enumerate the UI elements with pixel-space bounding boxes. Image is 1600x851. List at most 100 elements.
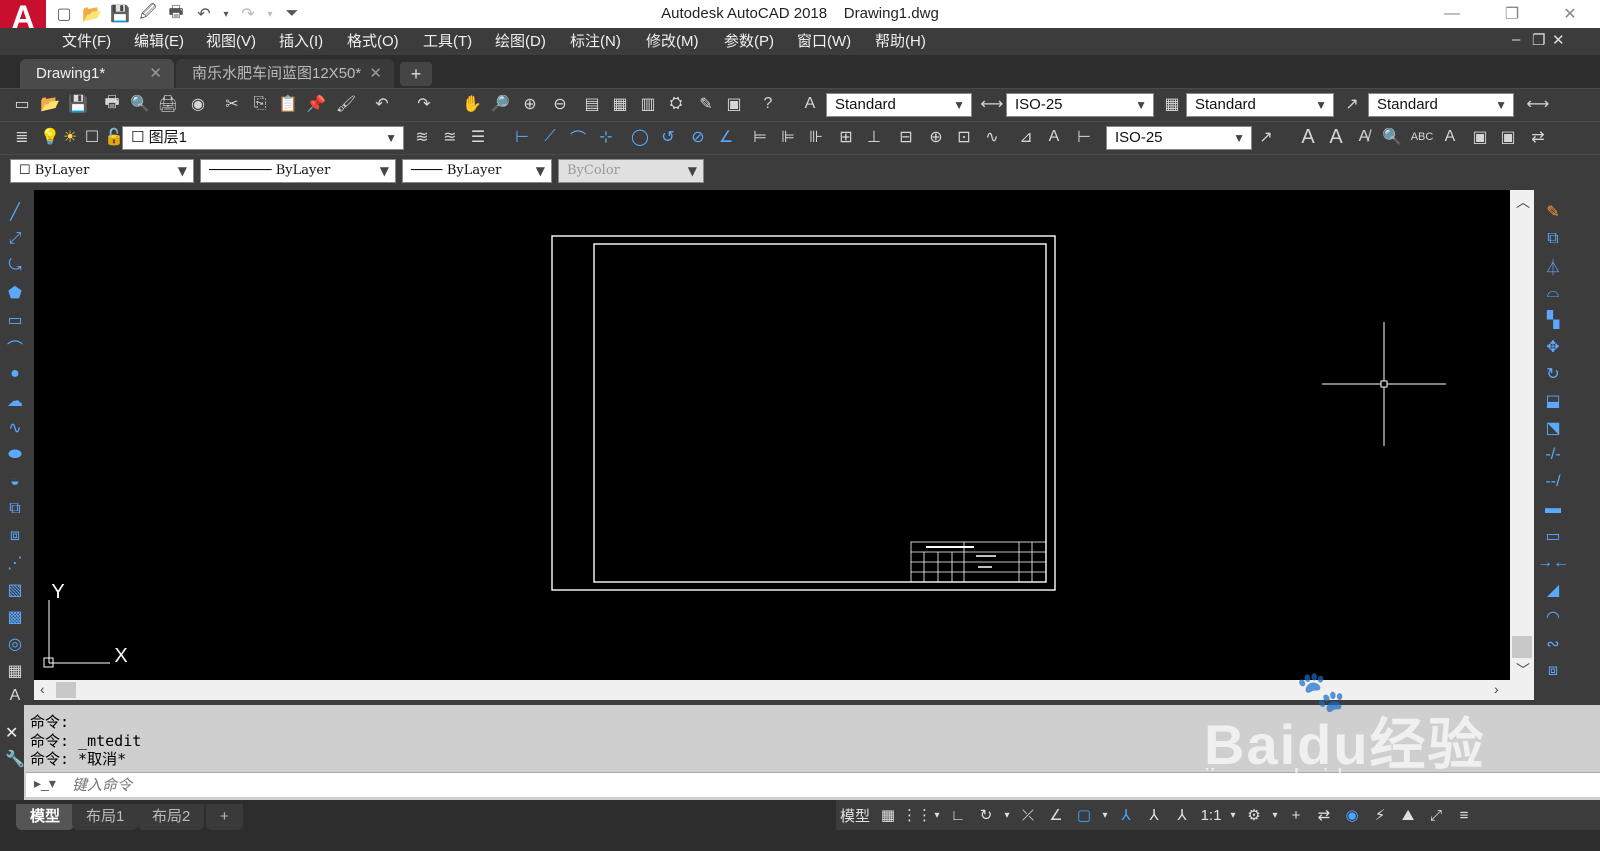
move-icon[interactable]: ✥ [1541, 335, 1565, 359]
layer-previous-icon[interactable]: ≊ [438, 125, 462, 149]
object-snap-icon[interactable]: ▢ [1070, 806, 1098, 824]
menu-tools[interactable]: 工具(T) [423, 28, 472, 55]
break-icon[interactable]: ▭ [1541, 524, 1565, 548]
revision-cloud-icon[interactable]: ☁ [3, 389, 27, 413]
rectangle-icon[interactable]: ▭ [3, 308, 27, 332]
dim-space-icon[interactable]: ⊞ [834, 125, 858, 149]
scroll-thumb[interactable] [1512, 636, 1532, 658]
menu-format[interactable]: 格式(O) [347, 28, 399, 55]
minimize-icon[interactable]: — [1422, 0, 1482, 28]
point-icon[interactable]: ⋰ [3, 551, 27, 575]
new-icon[interactable]: ▭ [10, 92, 34, 116]
color-dropdown[interactable]: ☐ ByLayer ▼ [10, 159, 194, 183]
spline-icon[interactable]: ∿ [3, 416, 27, 440]
vertical-scrollbar[interactable]: ︿ ﹀ [1510, 190, 1534, 680]
insert-block-icon[interactable]: ⧉ [3, 497, 27, 521]
annotation-scale-icon[interactable]: ⅄ [1168, 806, 1196, 824]
dim-radius-icon[interactable]: ◯ [628, 125, 652, 149]
close-tab-icon[interactable]: ✕ [369, 59, 382, 88]
scale-dropdown-icon[interactable]: ▾ [1226, 810, 1240, 821]
dim-jogged-icon[interactable]: ↺ [656, 125, 680, 149]
erase-icon[interactable]: ✎ [1541, 200, 1565, 224]
menu-view[interactable]: 视图(V) [206, 28, 256, 55]
menu-help[interactable]: 帮助(H) [875, 28, 926, 55]
polar-dropdown-icon[interactable]: ▾ [1000, 810, 1014, 821]
restore-icon[interactable]: ❐ [1482, 0, 1542, 28]
arc-icon[interactable]: ⌒ [3, 335, 27, 359]
scroll-left-icon[interactable]: ‹ [40, 681, 45, 697]
single-line-text-icon[interactable]: A [1324, 125, 1348, 149]
justify-text-icon[interactable]: ▣ [1496, 125, 1520, 149]
text-style-dropdown[interactable]: Standard ▼ [826, 93, 972, 117]
scale-text-icon[interactable]: ▣ [1468, 125, 1492, 149]
make-current-layer-icon[interactable]: ≋ [410, 125, 434, 149]
dim-style-manager-icon[interactable]: ↗ [1254, 125, 1278, 149]
break-at-point-icon[interactable]: ▬ [1541, 497, 1565, 521]
close-icon[interactable]: ✕ [1540, 0, 1600, 28]
dim-diameter-icon[interactable]: ⊘ [686, 125, 710, 149]
join-icon[interactable]: →← [1537, 551, 1569, 575]
open-icon[interactable]: 📂 [38, 92, 62, 116]
copy-object-icon[interactable]: ⧉ [1541, 227, 1565, 251]
layer-freeze-icon[interactable]: ☀ [58, 125, 82, 149]
sheet-set-icon[interactable]: ⛭ [664, 92, 688, 116]
new-icon[interactable]: ▢ [52, 2, 76, 26]
blend-curves-icon[interactable]: ∾ [1541, 632, 1565, 656]
publish-icon[interactable]: 🖨 [156, 92, 180, 116]
dim-linear-icon[interactable]: ⟷ [1526, 92, 1550, 116]
tool-palettes-icon[interactable]: ▥ [636, 92, 660, 116]
redo-dropdown-icon[interactable]: ▾ [264, 2, 276, 26]
close-command-icon[interactable]: ✕ [5, 723, 18, 743]
hatch-icon[interactable]: ▧ [3, 578, 27, 602]
dim-continue-icon[interactable]: ⊪ [804, 125, 828, 149]
scroll-down-icon[interactable]: ﹀ [1516, 660, 1530, 680]
doc-restore-icon[interactable]: ❐ [1532, 31, 1545, 49]
workspace-dropdown-icon[interactable]: ▾ [1268, 810, 1282, 821]
lineweight-dropdown[interactable]: ──── ByLayer ▼ [402, 159, 552, 183]
markup-icon[interactable]: ✎ [694, 92, 718, 116]
layer-properties-icon[interactable]: ≣ [10, 125, 34, 149]
construction-line-icon[interactable]: ⤢ [3, 227, 27, 251]
center-mark-icon[interactable]: ⊕ [924, 125, 948, 149]
ortho-icon[interactable]: ∟ [944, 807, 972, 824]
grid-icon[interactable]: ▦ [874, 806, 902, 824]
zoom-previous-icon[interactable]: ⊖ [548, 92, 572, 116]
trim-icon[interactable]: -/- [1541, 443, 1565, 467]
menu-file[interactable]: 文件(F) [62, 28, 111, 55]
rotate-icon[interactable]: ↻ [1541, 362, 1565, 386]
calculator-icon[interactable]: ▣ [722, 92, 746, 116]
tab-layout2[interactable]: 布局2 [138, 804, 205, 830]
scroll-right-icon[interactable]: › [1494, 681, 1499, 697]
dim-arc-icon[interactable]: ⌒ [566, 125, 590, 149]
paste-block-icon[interactable]: 📌 [304, 92, 328, 116]
customize-qat-icon[interactable]: ⏷ [280, 2, 304, 26]
stretch-icon[interactable]: ⬔ [1541, 416, 1565, 440]
dim-update-icon[interactable]: ⊢ [1072, 125, 1096, 149]
plot-preview-icon[interactable]: 🔍 [128, 92, 152, 116]
tab-layout1[interactable]: 布局1 [72, 804, 139, 830]
customize-command-icon[interactable]: 🔧 [5, 749, 25, 769]
circle-icon[interactable]: ● [3, 362, 27, 386]
menu-parametric[interactable]: 参数(P) [724, 28, 774, 55]
isodraft-icon[interactable]: ⤫ [1014, 807, 1042, 824]
region-icon[interactable]: ◎ [3, 632, 27, 656]
isolate-objects-icon[interactable]: ◉ [1338, 806, 1366, 824]
undo-icon[interactable]: ↶ [370, 92, 394, 116]
hardware-acceleration-icon[interactable]: ⚡ [1366, 806, 1394, 824]
layer-state-icon[interactable]: ☰ [466, 125, 490, 149]
extend-icon[interactable]: --/ [1541, 470, 1565, 494]
dim-text-edit-icon[interactable]: A [1042, 125, 1066, 149]
auto-scale-icon[interactable]: ⅄ [1140, 806, 1168, 824]
inspection-icon[interactable]: ⊡ [952, 125, 976, 149]
layer-vp-freeze-icon[interactable]: ☐ [80, 125, 104, 149]
dim-aligned-icon[interactable]: ⟋ [538, 125, 562, 149]
help-icon[interactable]: ? [756, 92, 780, 116]
explode-icon[interactable]: ⧈ [1541, 659, 1565, 683]
mtext-icon[interactable]: A [1296, 125, 1320, 149]
jogged-linear-icon[interactable]: ∿ [980, 125, 1004, 149]
polar-icon[interactable]: ↻ [972, 806, 1000, 824]
mirror-icon[interactable]: ⏃ [1541, 254, 1565, 278]
polyline-icon[interactable]: ⤿ [3, 254, 27, 278]
menu-window[interactable]: 窗口(W) [797, 28, 851, 55]
add-icon[interactable]: + [1282, 807, 1310, 824]
